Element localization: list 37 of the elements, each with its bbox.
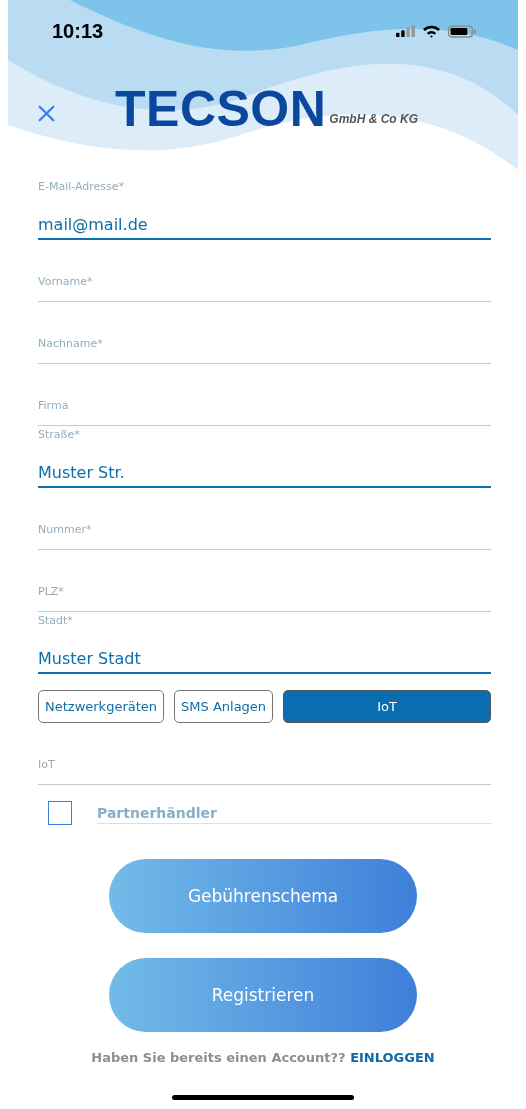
logo-suffix: GmbH & Co KG: [329, 112, 419, 126]
input-field[interactable]: E-Mail-Adresse* mail@mail.de: [38, 178, 491, 240]
battery-icon: [448, 24, 476, 38]
footer-text: Haben Sie bereits einen Account?? EINLOGGEN: [90, 1050, 436, 1065]
logo-text: TECSON: [115, 84, 327, 134]
field-label: Stadt*: [38, 614, 74, 628]
field-label: Straße*: [38, 428, 81, 442]
login-link[interactable]: EINLOGGEN: [350, 1050, 435, 1065]
input-field[interactable]: Nachname*: [38, 302, 491, 364]
field-label: IoT: [38, 758, 56, 772]
checkbox[interactable]: [48, 801, 72, 825]
input-field[interactable]: Vorname*: [38, 240, 491, 302]
category-button[interactable]: IoT: [283, 690, 491, 723]
status-time: 10:13: [52, 19, 104, 43]
field-label: Vorname*: [38, 275, 94, 289]
field-label: E-Mail-Adresse*: [38, 180, 126, 194]
field-value: Muster Stadt: [38, 648, 142, 670]
field-label: Nummer*: [38, 523, 93, 537]
input-field[interactable]: Nummer*: [38, 488, 491, 550]
input-field[interactable]: Straße* Muster Str.: [38, 426, 491, 488]
input-field[interactable]: PLZ*: [38, 550, 491, 612]
action-button[interactable]: Gebührenschema: [109, 859, 417, 933]
wifi-icon: [422, 24, 441, 38]
field-value: Muster Str.: [38, 462, 126, 484]
category-button[interactable]: SMS Anlagen: [174, 690, 274, 723]
field-label: Firma: [38, 399, 70, 413]
field-label: Nachname*: [38, 337, 104, 351]
category-button[interactable]: Netzwerkgeräten: [38, 690, 165, 723]
field-label: PLZ*: [38, 585, 65, 599]
field-value: mail@mail.de: [38, 214, 149, 236]
input-field[interactable]: Stadt* Muster Stadt: [38, 612, 491, 674]
checkbox-label: Partnerhändler: [97, 802, 491, 824]
action-button[interactable]: Registrieren: [109, 958, 417, 1032]
input-field[interactable]: IoT: [38, 723, 491, 785]
close-icon[interactable]: [38, 104, 55, 122]
input-field[interactable]: Firma: [38, 364, 491, 426]
signal-icon: [396, 25, 415, 37]
